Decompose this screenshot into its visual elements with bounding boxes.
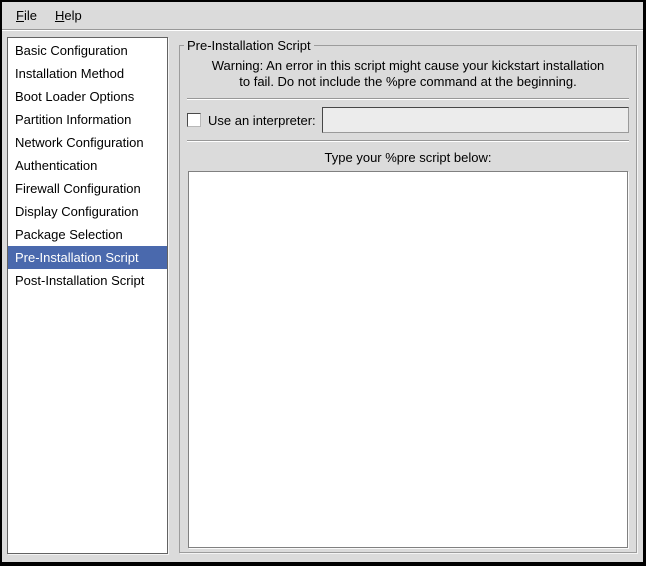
menu-file[interactable]: File — [7, 4, 46, 27]
sidebar-item-boot-loader-options[interactable]: Boot Loader Options — [8, 85, 167, 108]
sidebar-item-installation-method[interactable]: Installation Method — [8, 62, 167, 85]
menu-help[interactable]: Help — [46, 4, 91, 27]
sidebar-item-display-configuration[interactable]: Display Configuration — [8, 200, 167, 223]
warning-line-1: Warning: An error in this script might c… — [180, 58, 636, 74]
script-prompt-label: Type your %pre script below: — [180, 150, 636, 165]
sidebar-item-package-selection[interactable]: Package Selection — [8, 223, 167, 246]
sidebar-item-network-configuration[interactable]: Network Configuration — [8, 131, 167, 154]
pre-script-textarea[interactable] — [188, 171, 628, 548]
frame-title: Pre-Installation Script — [184, 38, 314, 53]
category-list: Basic Configuration Installation Method … — [7, 37, 168, 554]
menu-file-mnemonic: F — [16, 8, 24, 23]
menu-help-mnemonic: H — [55, 8, 64, 23]
menubar: File Help — [2, 2, 643, 30]
sidebar-item-firewall-configuration[interactable]: Firewall Configuration — [8, 177, 167, 200]
warning-text: Warning: An error in this script might c… — [180, 58, 636, 89]
interpreter-input[interactable] — [322, 107, 629, 133]
sidebar-item-basic-configuration[interactable]: Basic Configuration — [8, 39, 167, 62]
sidebar-item-authentication[interactable]: Authentication — [8, 154, 167, 177]
pre-installation-script-frame: Pre-Installation Script Warning: An erro… — [179, 45, 637, 553]
use-interpreter-checkbox[interactable] — [187, 113, 201, 127]
sidebar-item-partition-information[interactable]: Partition Information — [8, 108, 167, 131]
interpreter-row: Use an interpreter: — [187, 106, 629, 134]
sidebar-item-post-installation-script[interactable]: Post-Installation Script — [8, 269, 167, 292]
kickstart-configurator-window: File Help Basic Configuration Installati… — [0, 0, 646, 566]
menu-help-label: elp — [64, 8, 81, 23]
separator — [187, 140, 629, 142]
menu-file-label: ile — [24, 8, 37, 23]
separator — [187, 98, 629, 100]
use-interpreter-label: Use an interpreter: — [208, 113, 316, 128]
warning-line-2: to fail. Do not include the %pre command… — [180, 74, 636, 90]
sidebar-item-pre-installation-script[interactable]: Pre-Installation Script — [8, 246, 167, 269]
